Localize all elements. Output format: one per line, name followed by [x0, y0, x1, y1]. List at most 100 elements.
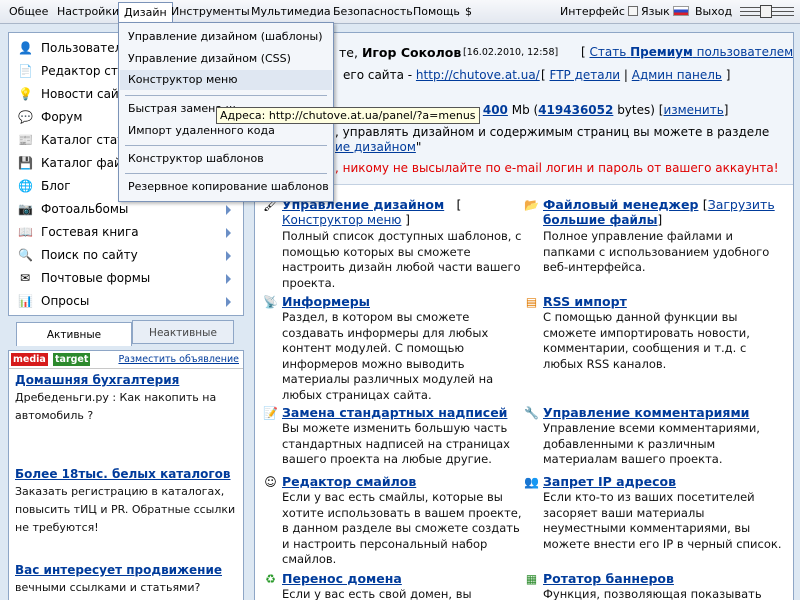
- disk-bytes-link[interactable]: 419436052: [538, 103, 613, 117]
- language-selector[interactable]: Язык: [641, 2, 689, 21]
- premium-block: [ Стать Премиум пользователем ]: [581, 45, 794, 59]
- feature-description: Если кто-то из ваших посетителей засоряе…: [543, 490, 782, 551]
- menu-general[interactable]: Общее: [4, 2, 53, 21]
- smiley-icon: ☺: [264, 475, 277, 489]
- site-address-row: его сайта - http://chutove.at.ua/: [343, 68, 540, 82]
- exit-link[interactable]: Выход: [695, 2, 732, 21]
- sidebar-item-polls[interactable]: 📊 Опросы: [9, 290, 243, 313]
- submenu-arrow-icon[interactable]: [226, 297, 231, 307]
- feature-description: Вы можете изменить большую часть стандар…: [282, 421, 510, 466]
- tab-active[interactable]: Активные: [16, 322, 132, 346]
- user-icon: 👤: [18, 41, 33, 55]
- site-url-link[interactable]: http://chutove.at.ua/: [416, 68, 540, 82]
- rss-import-title-link[interactable]: RSS импорт: [543, 294, 627, 309]
- ip-ban-icon: 👥: [524, 475, 539, 489]
- ad-brand-logo[interactable]: media: [11, 353, 48, 366]
- slider-handle[interactable]: [760, 5, 772, 18]
- menu-help[interactable]: Помощь: [408, 2, 465, 21]
- submenu-arrow-icon[interactable]: [226, 251, 231, 261]
- design-management-link[interactable]: ие дизайном: [335, 140, 416, 154]
- menu-item-design-templates[interactable]: Управление дизайном (шаблоны): [120, 27, 332, 47]
- ad-item: Более 18тыс. белых каталогов Заказать ре…: [15, 467, 237, 537]
- ad-title[interactable]: Вас интересует продвижение: [15, 563, 237, 577]
- become-premium-link[interactable]: Стать Премиум пользователем: [590, 45, 793, 59]
- menu-item-menu-builder[interactable]: Конструктор меню: [120, 70, 332, 90]
- folder-icon: 📂: [524, 198, 539, 212]
- language-label: Язык: [641, 5, 670, 18]
- feature-description: Управление всеми комментариями, добавлен…: [543, 421, 760, 466]
- ad-item: Домашняя бухгалтерия Дребеденьги.ру : Ка…: [15, 373, 237, 425]
- blog-icon: 🌐: [18, 179, 33, 193]
- user-name: Игор Соколов: [361, 45, 462, 60]
- interface-checkbox-icon[interactable]: [627, 6, 638, 16]
- rss-icon: ▤: [525, 295, 538, 309]
- menu-item-template-builder[interactable]: Конструктор шаблонов: [120, 149, 332, 169]
- labels-icon: 📝: [263, 406, 278, 420]
- mail-icon: ✉: [19, 271, 31, 285]
- ad-header: media target Разместить объявление: [9, 351, 243, 369]
- submenu-arrow-icon[interactable]: [226, 228, 231, 238]
- ad-block: media target Разместить объявление Домаш…: [8, 350, 244, 600]
- ftp-details-link[interactable]: FTP детали: [550, 68, 621, 82]
- comments-icon: 🔧: [524, 406, 539, 420]
- informer-icon: 📡: [263, 295, 278, 309]
- change-space-link[interactable]: изменить: [663, 103, 723, 117]
- poll-icon: 📊: [18, 294, 33, 308]
- login-date: [16.02.2010, 12:58]: [463, 47, 559, 58]
- informers-title-link[interactable]: Информеры: [282, 294, 370, 309]
- tab-inactive[interactable]: Неактивные: [132, 320, 234, 344]
- menu-tools[interactable]: Инструменты: [166, 2, 255, 21]
- menu-separator: [125, 95, 327, 96]
- disk-mb-link[interactable]: 400: [483, 103, 508, 117]
- sidebar-item-mail-forms[interactable]: ✉ Почтовые формы: [9, 267, 243, 290]
- menu-builder-link[interactable]: Конструктор меню: [282, 213, 401, 227]
- submenu-arrow-icon[interactable]: [226, 205, 231, 215]
- guestbook-icon: 📖: [18, 225, 33, 239]
- top-menu-bar: Общее Настройки Дизайн Инструменты Мульт…: [0, 0, 800, 24]
- menu-item-template-backup[interactable]: Резервное копирование шаблонов: [120, 177, 332, 197]
- menu-design[interactable]: Дизайн: [118, 2, 173, 24]
- ad-brand-logo-target[interactable]: target: [53, 353, 91, 366]
- upload-big-files-link[interactable]: Загрузить: [708, 197, 775, 212]
- interface-toggle[interactable]: Интерфейс: [560, 2, 638, 21]
- submenu-arrow-icon[interactable]: [226, 274, 231, 284]
- files-icon: 💾: [18, 156, 33, 170]
- feature-description: Полный список доступных шаблонов, с помо…: [282, 229, 522, 290]
- labels-title-link[interactable]: Замена стандартных надписей: [282, 405, 507, 420]
- place-ad-link[interactable]: Разместить объявление: [118, 354, 239, 365]
- comments-title-link[interactable]: Управление комментариями: [543, 405, 749, 420]
- russian-flag-icon[interactable]: [672, 6, 689, 16]
- big-files-link[interactable]: большие файлы: [543, 213, 658, 227]
- menu-settings[interactable]: Настройки: [52, 2, 124, 21]
- ad-description: вечными ссылками и статьями?: [15, 581, 201, 594]
- admin-panel-link[interactable]: Админ панель: [632, 68, 722, 82]
- file-manager-title-link[interactable]: Файловый менеджер: [543, 197, 698, 212]
- banners-title-link[interactable]: Ротатор баннеров: [543, 571, 674, 586]
- feature-description: Раздел, в котором вы сможете создавать и…: [282, 310, 494, 402]
- articles-icon: 📰: [18, 133, 33, 147]
- sidebar-item-search[interactable]: 🔍 Поиск по сайту: [9, 244, 243, 267]
- ad-description: Дребеденьги.ру : Как накопить на автомоб…: [15, 391, 217, 422]
- feature-description: Полное управление файлами и папками с ис…: [543, 229, 770, 274]
- feature-description: Функция, позволяющая показывать: [543, 587, 762, 600]
- search-icon: 🔍: [18, 248, 33, 262]
- width-slider[interactable]: [740, 5, 794, 18]
- menu-item-design-css[interactable]: Управление дизайном (CSS): [120, 49, 332, 69]
- menu-security[interactable]: Безопасность: [328, 2, 418, 21]
- menu-multimedia[interactable]: Мультимедиа: [246, 2, 336, 21]
- feature-description: С помощью данной функции вы сможете импо…: [543, 310, 750, 371]
- ad-item: Вас интересует продвижение вечными ссылк…: [15, 563, 237, 597]
- ad-title[interactable]: Домашняя бухгалтерия: [15, 373, 237, 387]
- url-tooltip: Адреса: http://chutove.at.ua/panel/?a=me…: [216, 107, 480, 124]
- ad-title[interactable]: Более 18тыс. белых каталогов: [15, 467, 237, 481]
- menu-separator: [125, 145, 327, 146]
- smileys-title-link[interactable]: Редактор смайлов: [282, 474, 416, 489]
- ad-description: Заказать регистрацию в каталогах, повыси…: [15, 485, 236, 534]
- sidebar-item-guestbook[interactable]: 📖 Гостевая книга: [9, 221, 243, 244]
- banner-icon: ▦: [525, 572, 538, 586]
- menu-dollar[interactable]: $: [460, 2, 477, 21]
- domain-title-link[interactable]: Перенос домена: [282, 571, 402, 586]
- ip-ban-title-link[interactable]: Запрет IP адресов: [543, 474, 676, 489]
- menu-item-import-code[interactable]: Импорт удаленного кода: [120, 121, 332, 141]
- bulb-icon: 💡: [18, 87, 33, 101]
